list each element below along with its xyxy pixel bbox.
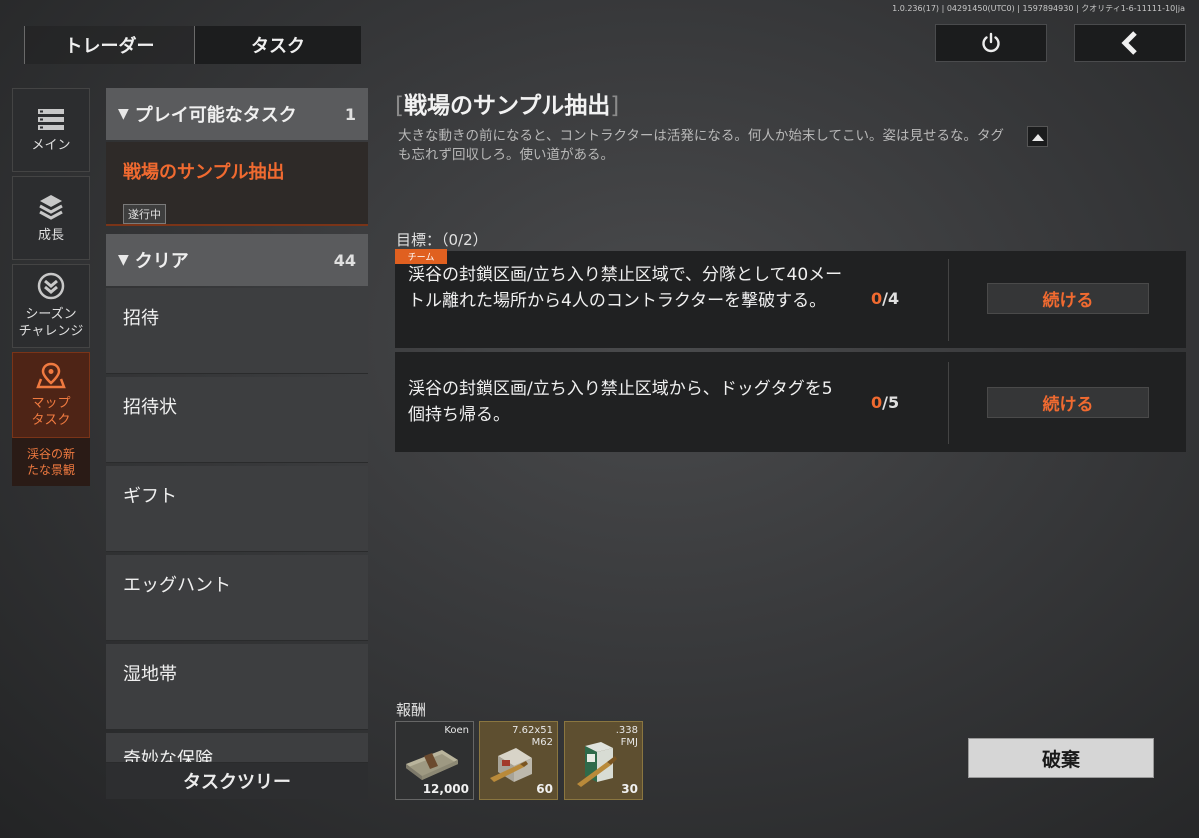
tab-task[interactable]: タスク	[194, 26, 361, 64]
layers-icon	[39, 194, 63, 220]
playable-tasks-title: プレイ可能なタスク	[134, 105, 297, 126]
reward-name: Koen	[444, 725, 469, 736]
reward-qty: 12,000	[422, 782, 469, 796]
selected-task-item[interactable]: 戦場のサンプル抽出 遂行中	[106, 142, 368, 226]
nav-main[interactable]: メイン	[12, 88, 90, 172]
list-item[interactable]: 招待状	[106, 377, 368, 463]
reward-ammo-338[interactable]: .338 FMJ 30	[564, 721, 643, 800]
cleared-tasks-header[interactable]: ▼ クリア 44	[106, 234, 368, 286]
objective-row: 渓谷の封鎖区画/立ち入り禁止区域から、ドッグタグを5個持ち帰る。 0/5 続ける	[395, 352, 1186, 452]
list-item[interactable]: ギフト	[106, 466, 368, 552]
power-icon	[982, 32, 1000, 53]
list-item[interactable]: 奇妙な保険	[106, 733, 368, 763]
power-button[interactable]	[935, 24, 1047, 62]
status-badge: 遂行中	[123, 204, 166, 224]
nav-main-label: メイン	[31, 137, 71, 153]
list-item[interactable]: 招待	[106, 288, 368, 374]
nav-season-label: シーズン チャレンジ	[18, 307, 84, 339]
reward-qty: 30	[621, 782, 638, 796]
nav-sub-valley[interactable]: 渓谷の新 たな景観	[12, 438, 90, 486]
nav-season-challenge[interactable]: シーズン チャレンジ	[12, 264, 90, 348]
continue-button[interactable]: 続ける	[987, 387, 1149, 418]
selected-task-name: 戦場のサンプル抽出	[123, 162, 285, 183]
chevron-left-icon	[1121, 31, 1137, 55]
objective-text: 渓谷の封鎖区画/立ち入り禁止区域で、分隊として40メートル離れた場所から4人のコ…	[408, 265, 843, 311]
playable-tasks-count: 1	[344, 104, 356, 124]
objective-row: チーム 渓谷の封鎖区画/立ち入り禁止区域で、分隊として40メートル離れた場所から…	[395, 249, 1186, 348]
task-description: 大きな動きの前になると、コントラクターは活発になる。何人か始末してこい。姿は見せ…	[398, 128, 1005, 163]
task-tree-button[interactable]: タスクツリー	[106, 763, 368, 799]
cash-bundle-icon	[406, 750, 458, 780]
divider	[948, 259, 949, 341]
list-item[interactable]: エッグハント	[106, 555, 368, 641]
cleared-tasks-count: 44	[333, 250, 356, 270]
playable-tasks-header[interactable]: ▼ プレイ可能なタスク 1	[106, 88, 368, 140]
reward-ammo-762[interactable]: 7.62x51 M62 60	[479, 721, 558, 800]
nav-map-label: マップ タスク	[31, 396, 71, 428]
cleared-tasks-title: クリア	[134, 251, 189, 272]
divider	[948, 362, 949, 444]
caret-down-icon: ▼	[118, 106, 129, 122]
map-pin-icon	[36, 362, 66, 389]
reward-cash[interactable]: Koen 12,000	[395, 721, 474, 800]
objective-label: 目標：（0/2）	[396, 231, 488, 249]
back-button[interactable]	[1074, 24, 1186, 62]
ammo-box-icon	[490, 748, 532, 782]
caret-down-icon: ▼	[118, 252, 129, 268]
discard-button[interactable]: 破棄	[968, 738, 1154, 778]
top-tab-bar: トレーダー タスク	[24, 26, 361, 64]
reward-qty: 60	[536, 782, 553, 796]
season-chevron-icon	[37, 272, 65, 300]
chevron-up-icon	[1031, 133, 1044, 141]
task-title: [戦場のサンプル抽出]	[395, 93, 620, 119]
objective-text: 渓谷の封鎖区画/立ち入り禁止区域から、ドッグタグを5個持ち帰る。	[408, 379, 833, 425]
objective-progress: 0/5	[871, 393, 900, 412]
nav-growth[interactable]: 成長	[12, 176, 90, 260]
reward-label: 報酬	[396, 701, 427, 719]
objective-progress: 0/4	[871, 289, 900, 308]
list-item[interactable]: 湿地帯	[106, 644, 368, 730]
task-title-text: 戦場のサンプル抽出	[403, 93, 611, 119]
list-icon	[38, 108, 64, 130]
continue-button[interactable]: 続ける	[987, 283, 1149, 314]
nav-growth-label: 成長	[37, 227, 64, 243]
tab-trader[interactable]: トレーダー	[24, 26, 194, 64]
nav-map-task[interactable]: マップ タスク	[12, 352, 90, 438]
collapse-button[interactable]	[1027, 126, 1048, 147]
version-info: 1.0.236(17) | 04291450(UTC0) | 159789493…	[892, 4, 1185, 13]
